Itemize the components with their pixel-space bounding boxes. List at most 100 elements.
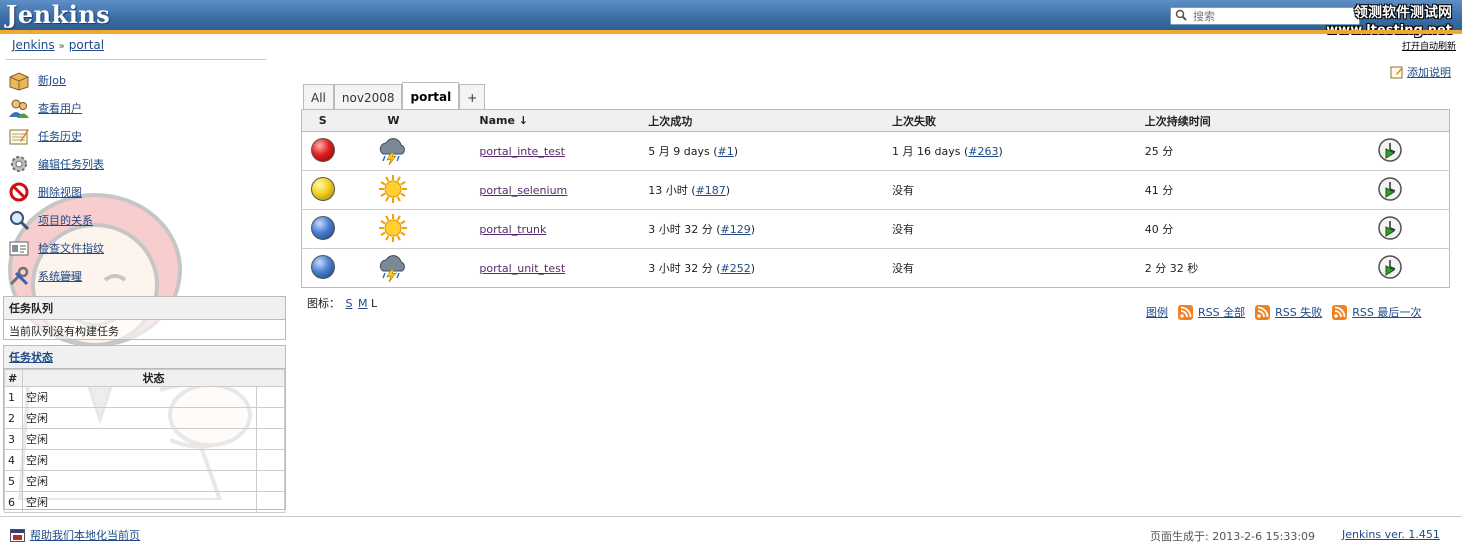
job-name-link[interactable]: portal_trunk — [479, 223, 546, 236]
watermark-line1: 领测软件测试网 — [1354, 5, 1452, 21]
last-success-close: ) — [750, 223, 756, 236]
rss-failed-link[interactable]: RSS 失败 — [1255, 304, 1322, 320]
sidebar-label-build-history[interactable]: 任务历史 — [38, 128, 82, 144]
status-ball-yellow-icon — [310, 176, 335, 201]
tab-all[interactable]: All — [303, 84, 334, 110]
tab-nov2008[interactable]: nov2008 — [333, 84, 403, 110]
job-name-link[interactable]: portal_inte_test — [479, 145, 565, 158]
sidebar-item-project-relationship[interactable]: 项目的关系 — [8, 206, 104, 234]
add-description-link[interactable]: 添加说明 — [1390, 64, 1451, 80]
magnifier-icon — [8, 209, 30, 231]
breadcrumb-jenkins[interactable]: Jenkins — [12, 38, 55, 52]
executor-table: # 状态 1 空闲 2 空闲 3 空闲 4 空闲 5 空闲 6 空闲 — [4, 369, 285, 513]
last-success-time: 5 月 9 days ( — [648, 145, 718, 158]
sidebar-item-build-history[interactable]: 任务历史 — [8, 122, 104, 150]
build-queue-message: 当前队列没有构建任务 — [9, 325, 119, 338]
tab-portal[interactable]: portal — [402, 82, 460, 110]
col-name[interactable]: Name ↓ — [443, 109, 649, 132]
executor-status: 空闲 — [22, 491, 257, 513]
sidebar-label-manage-jenkins[interactable]: 系统管理 — [38, 268, 82, 284]
last-success-build-link[interactable]: #252 — [721, 262, 751, 275]
rss-latest-link[interactable]: RSS 最后一次 — [1332, 304, 1421, 320]
jenkins-logo[interactable]: Jenkins — [6, 0, 110, 29]
view-tabs: All nov2008 portal + — [303, 82, 486, 110]
executor-status: 空闲 — [22, 428, 257, 450]
sidebar-item-edit-view[interactable]: 编辑任务列表 — [8, 150, 104, 178]
last-success-build-link[interactable]: #187 — [696, 184, 726, 197]
sidebar-label-project-relationship[interactable]: 项目的关系 — [38, 212, 93, 228]
tab-add-view[interactable]: + — [459, 84, 486, 110]
col-weather[interactable]: W — [343, 109, 444, 132]
executor-status-header: 任务状态 — [4, 346, 285, 369]
col-build — [1330, 109, 1450, 132]
job-row: portal_selenium 13 小时 (#187) 没有 41 分 — [301, 170, 1450, 210]
rss-all-link[interactable]: RSS 全部 — [1178, 304, 1245, 320]
build-cell — [1330, 248, 1450, 288]
executor-row: 5 空闲 — [4, 470, 285, 492]
sidebar-label-delete-view[interactable]: 删除视图 — [38, 184, 82, 200]
schedule-build-icon[interactable] — [1377, 176, 1403, 202]
sidebar-label-edit-view[interactable]: 编辑任务列表 — [38, 156, 104, 172]
weather-cell — [343, 170, 444, 210]
col-last-duration[interactable]: 上次持续时间 — [1144, 109, 1331, 132]
executor-num: 5 — [4, 470, 23, 492]
status-cell — [301, 248, 344, 288]
breadcrumb-divider — [6, 59, 266, 60]
executor-row: 2 空闲 — [4, 407, 285, 429]
page-generated-time: 页面生成于: 2013-2-6 15:33:09 — [1150, 530, 1316, 543]
schedule-build-icon[interactable] — [1377, 215, 1403, 241]
sidebar-label-new-job[interactable]: 新Job — [38, 72, 66, 88]
schedule-build-icon[interactable] — [1377, 137, 1403, 163]
last-success-time: 3 小时 32 分 ( — [648, 262, 721, 275]
executor-extra-cell — [256, 428, 285, 450]
sidebar-label-people[interactable]: 查看用户 — [38, 100, 82, 116]
schedule-build-icon[interactable] — [1377, 254, 1403, 280]
sidebar-item-delete-view[interactable]: 删除视图 — [8, 178, 104, 206]
weather-cell — [343, 248, 444, 288]
sidebar-item-new-job[interactable]: 新Job — [8, 66, 104, 94]
executor-num: 1 — [4, 386, 23, 408]
executor-status-title[interactable]: 任务状态 — [9, 351, 53, 364]
last-success-build-link[interactable]: #129 — [721, 223, 751, 236]
jenkins-version-link[interactable]: Jenkins ver. 1.451 — [1342, 528, 1440, 541]
icon-size-medium[interactable]: M — [358, 297, 368, 310]
last-success-cell: 5 月 9 days (#1) — [648, 131, 893, 171]
build-cell — [1330, 209, 1450, 249]
sidebar-item-people[interactable]: 查看用户 — [8, 94, 104, 122]
add-description-label: 添加说明 — [1407, 66, 1451, 79]
auto-refresh-link[interactable]: 打开自动刷新 — [1402, 39, 1456, 52]
localize-flag-icon — [10, 528, 25, 542]
weather-storm-icon — [377, 254, 409, 286]
rss-all-label: RSS 全部 — [1198, 306, 1246, 319]
icon-size-selector: 图标： S M L — [307, 295, 377, 311]
executor-num: 2 — [4, 407, 23, 429]
localize-help-link[interactable]: 帮助我们本地化当前页 — [10, 527, 140, 543]
col-last-failure[interactable]: 上次失败 — [892, 109, 1145, 132]
col-last-success[interactable]: 上次成功 — [648, 109, 893, 132]
job-name-link[interactable]: portal_selenium — [479, 184, 567, 197]
executor-col-num: # — [4, 369, 23, 387]
breadcrumb-portal[interactable]: portal — [69, 38, 104, 52]
sidebar-item-check-fingerprint[interactable]: 检查文件指纹 — [8, 234, 104, 262]
build-queue-panel: 任务队列 当前队列没有构建任务 — [3, 296, 286, 340]
notepad-icon — [8, 125, 30, 147]
rss-feed-icon — [1255, 304, 1271, 320]
icon-size-large: L — [370, 297, 378, 310]
icon-size-label: 图标： — [307, 297, 340, 310]
no-entry-icon — [8, 181, 30, 203]
last-failure-build-link[interactable]: #263 — [968, 145, 998, 158]
breadcrumb: Jenkins» portal — [12, 38, 104, 52]
rss-bar: 图例 RSS 全部 RSS 失败 RSS 最后一次 — [1146, 304, 1421, 320]
last-failure-time: 没有 — [892, 184, 915, 197]
legend-link[interactable]: 图例 — [1146, 304, 1168, 320]
last-success-close: ) — [725, 184, 731, 197]
sidebar-item-manage-jenkins[interactable]: 系统管理 — [8, 262, 104, 290]
sort-arrow-icon: ↓ — [518, 114, 528, 127]
build-cell — [1330, 131, 1450, 171]
last-success-build-link[interactable]: #1 — [718, 145, 734, 158]
sidebar-label-check-fingerprint[interactable]: 检查文件指纹 — [38, 240, 104, 256]
col-status[interactable]: S — [301, 109, 344, 132]
icon-size-small[interactable]: S — [346, 297, 353, 310]
job-name-link[interactable]: portal_unit_test — [479, 262, 565, 275]
executor-row: 4 空闲 — [4, 449, 285, 471]
